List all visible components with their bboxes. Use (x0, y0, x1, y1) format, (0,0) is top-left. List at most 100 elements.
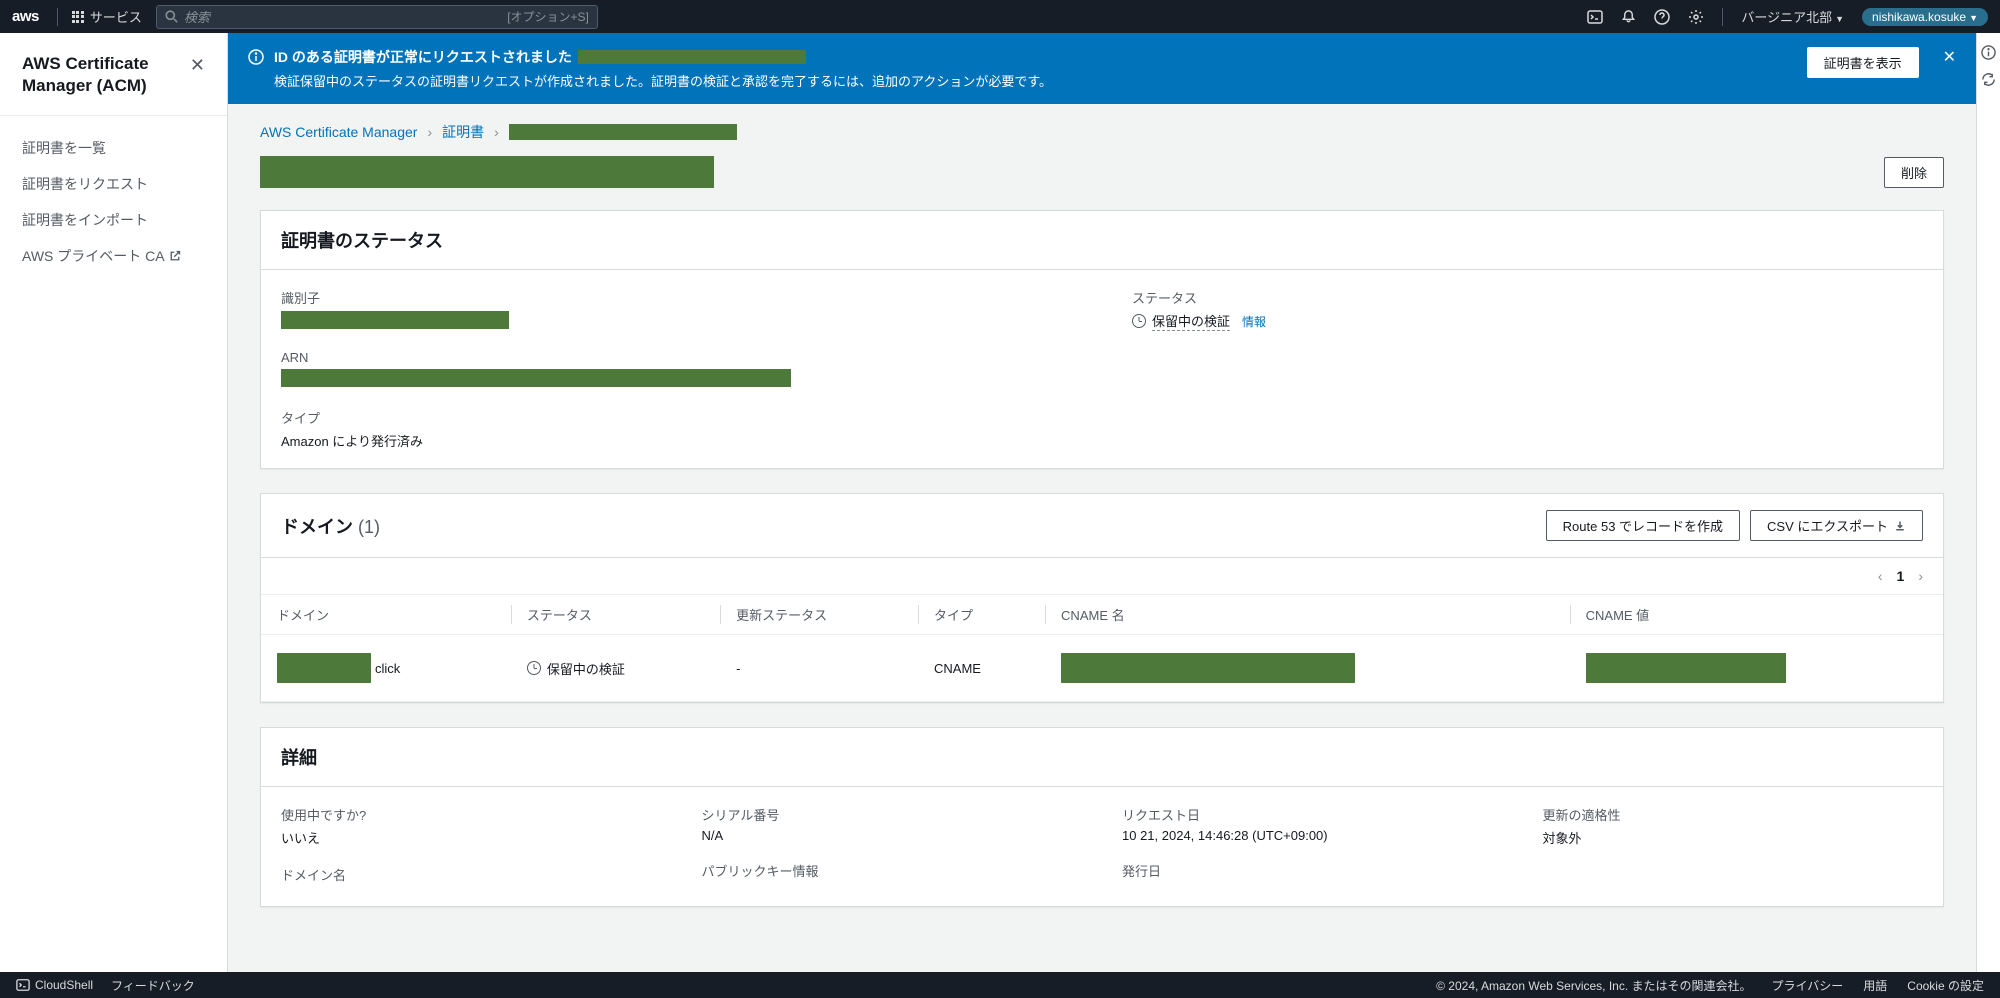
redacted-cname-name (1061, 653, 1355, 683)
arn-label: ARN (281, 350, 1072, 365)
user-menu[interactable]: nishikawa.kosuke▼ (1862, 8, 1988, 26)
pubkey-label: パブリックキー情報 (702, 861, 1083, 880)
info-panel-icon[interactable] (1981, 45, 1996, 60)
close-sidebar-button[interactable]: ✕ (190, 55, 205, 76)
col-type[interactable]: タイプ (918, 595, 1045, 635)
col-renewal[interactable]: 更新ステータス (720, 595, 918, 635)
copyright-text: © 2024, Amazon Web Services, Inc. またはその関… (1436, 977, 1751, 994)
requested-label: リクエスト日 (1122, 805, 1503, 824)
table-pagination: ‹ 1 › (261, 558, 1943, 594)
card-title-status: 証明書のステータス (281, 227, 443, 253)
footer-bar: CloudShell フィードバック © 2024, Amazon Web Se… (0, 972, 2000, 998)
main-content: ID のある証明書が正常にリクエストされました 検証保留中のステータスの証明書リ… (228, 33, 1976, 972)
card-title-details: 詳細 (281, 744, 317, 770)
privacy-link[interactable]: プライバシー (1772, 977, 1844, 994)
renewal-elig-value: 対象外 (1543, 828, 1924, 847)
row-status: 保留中の検証 (527, 659, 704, 678)
renewal-elig-label: 更新の適格性 (1543, 805, 1924, 824)
search-shortcut-hint: [オプション+S] (507, 8, 589, 25)
breadcrumb-certificates[interactable]: 証明書 (442, 122, 484, 142)
cloudshell-footer-button[interactable]: CloudShell (16, 978, 93, 992)
search-placeholder: 検索 (184, 7, 210, 26)
page-prev-button[interactable]: ‹ (1878, 568, 1883, 584)
sidebar-title: AWS Certificate Manager (ACM) (22, 53, 182, 97)
breadcrumb: AWS Certificate Manager › 証明書 › (260, 122, 1944, 142)
notifications-icon[interactable] (1621, 9, 1636, 24)
domain-name-label: ドメイン名 (281, 865, 662, 884)
sidebar-item-import-cert[interactable]: 証明書をインポート (0, 202, 227, 238)
serial-label: シリアル番号 (702, 805, 1083, 824)
row-type: CNAME (918, 635, 1045, 702)
status-info-link[interactable]: 情報 (1242, 313, 1266, 330)
redacted-cert-id (578, 50, 806, 64)
divider (57, 8, 58, 26)
sidebar-item-list-certs[interactable]: 証明書を一覧 (0, 130, 227, 166)
requested-value: 10 21, 2024, 14:46:28 (UTC+09:00) (1122, 828, 1503, 843)
info-side-panel (1976, 33, 2000, 972)
divider (0, 115, 227, 116)
page-next-button[interactable]: › (1918, 568, 1923, 584)
domains-table: ドメイン ステータス 更新ステータス タイプ CNAME 名 CNAME 値 (261, 594, 1943, 702)
chevron-right-icon: › (494, 124, 499, 140)
sidebar-item-private-ca[interactable]: AWS プライベート CA (0, 238, 227, 274)
view-certificate-button[interactable]: 証明書を表示 (1807, 47, 1919, 78)
redacted-breadcrumb-id (509, 124, 737, 140)
col-domain[interactable]: ドメイン (261, 595, 511, 635)
type-value: Amazon により発行済み (281, 431, 1072, 450)
issued-label: 発行日 (1122, 861, 1503, 880)
clock-icon (527, 661, 541, 675)
redacted-domain (277, 653, 371, 683)
redacted-identifier (281, 311, 509, 329)
grid-icon (72, 11, 84, 23)
in-use-value: いいえ (281, 828, 662, 847)
aws-logo[interactable]: aws (12, 8, 39, 25)
table-row: click 保留中の検証 - CNAME (261, 635, 1943, 702)
search-icon (165, 10, 178, 23)
download-icon (1894, 520, 1906, 532)
route53-create-record-button[interactable]: Route 53 でレコードを作成 (1546, 510, 1740, 541)
page-number: 1 (1897, 568, 1905, 584)
top-navigation: aws サービス 検索 [オプション+S] バージニア北部▼ nishikawa… (0, 0, 2000, 33)
export-csv-button[interactable]: CSV にエクスポート (1750, 510, 1923, 541)
status-label: ステータス (1132, 288, 1923, 307)
search-input[interactable]: 検索 [オプション+S] (156, 5, 598, 29)
col-cname-name[interactable]: CNAME 名 (1045, 595, 1570, 635)
sidebar: AWS Certificate Manager (ACM) ✕ 証明書を一覧 証… (0, 33, 228, 972)
help-icon[interactable] (1654, 9, 1670, 25)
close-flash-button[interactable]: ✕ (1943, 47, 1956, 67)
redacted-page-title (260, 156, 714, 188)
details-card: 詳細 使用中ですか? いいえ ドメイン名 シリアル番号 N/A パブリックキー情… (260, 727, 1944, 907)
delete-button[interactable]: 削除 (1884, 157, 1944, 188)
in-use-label: 使用中ですか? (281, 805, 662, 824)
redacted-cname-value (1586, 653, 1786, 683)
settings-icon[interactable] (1688, 9, 1704, 25)
services-label: サービス (90, 7, 142, 26)
row-renewal: - (720, 635, 918, 702)
clock-icon (1132, 314, 1146, 328)
domains-card: ドメイン (1) Route 53 でレコードを作成 CSV にエクスポート ‹… (260, 493, 1944, 703)
chevron-right-icon: › (427, 124, 432, 140)
redacted-arn (281, 369, 791, 387)
flash-title-text: ID のある証明書が正常にリクエストされました (274, 47, 572, 67)
serial-value: N/A (702, 828, 1083, 843)
external-link-icon (169, 250, 181, 262)
type-label: タイプ (281, 408, 1072, 427)
status-value-pending: 保留中の検証 情報 (1132, 311, 1923, 331)
breadcrumb-root[interactable]: AWS Certificate Manager (260, 124, 417, 140)
card-title-domains: ドメイン (1) (281, 513, 380, 539)
identifier-label: 識別子 (281, 288, 1072, 307)
divider (1722, 8, 1723, 26)
feedback-link[interactable]: フィードバック (111, 977, 195, 994)
region-selector[interactable]: バージニア北部▼ (1741, 7, 1844, 26)
col-status[interactable]: ステータス (511, 595, 720, 635)
certificate-status-card: 証明書のステータス 識別子 ARN タイプ Amazon により発行済み (260, 210, 1944, 469)
refresh-panel-icon[interactable] (1981, 72, 1996, 87)
flash-description: 検証保留中のステータスの証明書リクエストが作成されました。証明書の検証と承認を完… (274, 71, 1785, 90)
sidebar-item-request-cert[interactable]: 証明書をリクエスト (0, 166, 227, 202)
cookie-settings-link[interactable]: Cookie の設定 (1907, 977, 1984, 994)
cloudshell-icon[interactable] (1587, 9, 1603, 25)
domain-suffix: click (375, 661, 400, 676)
services-menu-button[interactable]: サービス (72, 7, 142, 26)
col-cname-value[interactable]: CNAME 値 (1570, 595, 1943, 635)
terms-link[interactable]: 用語 (1863, 977, 1887, 994)
